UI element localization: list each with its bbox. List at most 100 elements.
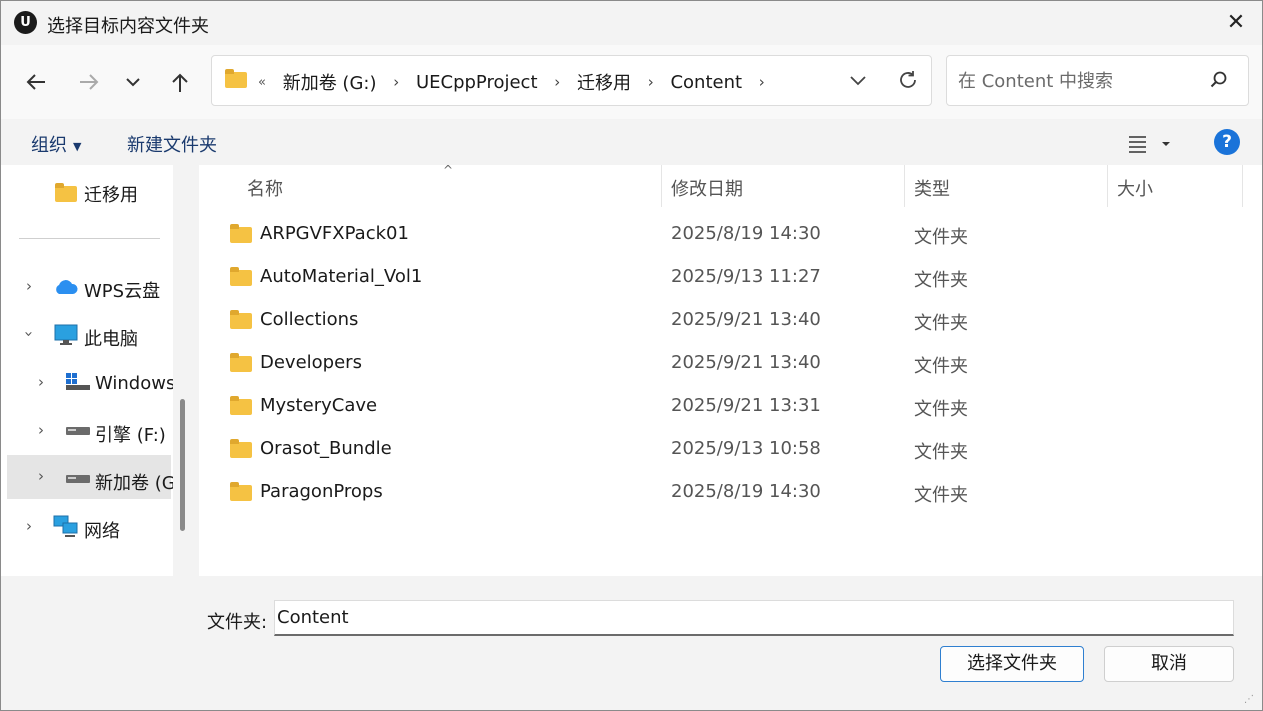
forward-arrow-icon — [80, 74, 99, 90]
refresh-button[interactable] — [896, 68, 920, 92]
collapse-chevron-icon[interactable]: › — [20, 327, 38, 341]
file-name: Developers — [260, 352, 362, 373]
sidebar-scrollbar[interactable] — [180, 399, 185, 531]
sidebar-item-qianyiyong[interactable]: 迁移用 — [1, 169, 173, 213]
file-date: 2025/9/21 13:40 — [671, 309, 821, 330]
folder-name-input[interactable] — [274, 600, 1234, 636]
navigation-bar: « 新加卷 (G:) › UECppProject › 迁移用 › Conten… — [1, 45, 1262, 119]
expand-chevron-icon[interactable]: › — [22, 517, 36, 535]
file-name: Orasot_Bundle — [260, 438, 392, 459]
list-view-icon — [1129, 136, 1170, 153]
drive-icon — [66, 475, 90, 483]
file-type: 文件夹 — [914, 399, 968, 420]
sidebar-item-wps-cloud[interactable]: › WPS云盘 — [1, 265, 173, 309]
breadcrumb-item[interactable]: UECppProject — [416, 72, 538, 93]
expand-chevron-icon[interactable]: › — [34, 421, 48, 439]
view-options-button[interactable] — [1127, 131, 1177, 155]
breadcrumb-separator-icon[interactable]: › — [554, 73, 560, 91]
sidebar-item-new-volume[interactable]: › 新加卷 (G — [7, 455, 173, 499]
file-type: 文件夹 — [914, 270, 968, 291]
breadcrumb-item[interactable]: 新加卷 (G:) — [283, 69, 377, 95]
file-date: 2025/9/21 13:40 — [671, 352, 821, 373]
overflow-indicator[interactable]: « — [258, 75, 266, 90]
file-row[interactable]: Orasot_Bundle 2025/9/13 10:58 文件夹 — [199, 428, 1262, 471]
breadcrumb-separator-icon[interactable]: › — [759, 73, 765, 91]
folder-field-label: 文件夹: — [207, 612, 268, 633]
file-date: 2025/8/19 14:30 — [671, 223, 821, 244]
column-header-date[interactable]: 修改日期 — [662, 165, 904, 207]
forward-button[interactable] — [74, 67, 104, 97]
file-date: 2025/8/19 14:30 — [671, 481, 821, 502]
search-input[interactable] — [956, 68, 1200, 94]
breadcrumb-item[interactable]: Content — [670, 72, 742, 93]
sidebar-scroll-track — [173, 165, 199, 576]
recent-locations-button[interactable] — [118, 67, 148, 97]
file-type: 文件夹 — [914, 442, 968, 463]
navigation-pane: 迁移用 › WPS云盘 › 此电脑 › Windows › 引擎 (F:) › … — [1, 165, 173, 576]
file-row[interactable]: ParagonProps 2025/8/19 14:30 文件夹 — [199, 471, 1262, 514]
sidebar-item-network[interactable]: › 网络 — [1, 505, 173, 549]
select-folder-button[interactable]: 选择文件夹 — [940, 646, 1084, 682]
file-row[interactable]: AutoMaterial_Vol1 2025/9/13 11:27 文件夹 — [199, 256, 1262, 299]
file-type: 文件夹 — [914, 356, 968, 377]
back-arrow-icon — [26, 74, 45, 90]
sidebar-item-label: 网络 — [84, 521, 120, 542]
sidebar-item-label: 迁移用 — [84, 185, 138, 206]
windows-drive-icon — [66, 373, 90, 390]
back-button[interactable] — [21, 67, 51, 97]
sidebar-item-label: Windows — [95, 373, 173, 394]
sidebar-item-engine-drive[interactable]: › 引擎 (F:) — [1, 409, 173, 453]
column-header-type[interactable]: 类型 — [905, 165, 1107, 207]
file-type: 文件夹 — [914, 227, 968, 248]
file-row[interactable]: MysteryCave 2025/9/21 13:31 文件夹 — [199, 385, 1262, 428]
new-folder-button[interactable]: 新建文件夹 — [127, 131, 217, 157]
up-button[interactable] — [165, 67, 195, 97]
expand-chevron-icon[interactable]: › — [34, 467, 48, 485]
sidebar-item-this-pc[interactable]: › 此电脑 — [1, 313, 173, 357]
file-type: 文件夹 — [914, 313, 968, 334]
address-history-button[interactable] — [847, 69, 869, 91]
sidebar-item-label: WPS云盘 — [84, 281, 161, 302]
search-box[interactable] — [946, 55, 1249, 106]
expand-chevron-icon[interactable]: › — [22, 277, 36, 295]
file-row[interactable]: Collections 2025/9/21 13:40 文件夹 — [199, 299, 1262, 342]
search-icon[interactable] — [1209, 70, 1229, 90]
chevron-down-icon — [126, 78, 140, 87]
file-name: AutoMaterial_Vol1 — [260, 266, 423, 287]
resize-grip-icon[interactable]: ⋰ — [1244, 694, 1258, 708]
caret-down-icon: ▼ — [73, 139, 82, 153]
folder-icon — [230, 396, 252, 415]
computer-icon — [54, 324, 78, 345]
file-list: ^ 名称 修改日期 类型 大小 ARPGVFXPack01 2025/8/19 … — [199, 163, 1262, 576]
file-name: ARPGVFXPack01 — [260, 223, 409, 244]
folder-icon — [230, 310, 252, 329]
column-header-name[interactable]: ^ 名称 — [199, 163, 661, 207]
breadcrumb: « 新加卷 (G:) › UECppProject › 迁移用 › Conten… — [258, 69, 776, 95]
help-icon[interactable]: ? — [1214, 129, 1240, 155]
sidebar-item-label: 引擎 (F:) — [95, 425, 166, 446]
column-header-label: 修改日期 — [671, 179, 743, 200]
refresh-icon — [900, 71, 916, 88]
breadcrumb-item[interactable]: 迁移用 — [577, 69, 631, 95]
expand-chevron-icon[interactable]: › — [34, 373, 48, 391]
cancel-button[interactable]: 取消 — [1104, 646, 1234, 682]
folder-icon — [230, 482, 252, 501]
breadcrumb-separator-icon[interactable]: › — [393, 73, 399, 91]
folder-icon — [230, 267, 252, 286]
column-header-label: 大小 — [1117, 179, 1153, 200]
window-title: 选择目标内容文件夹 — [47, 16, 209, 37]
sidebar-item-label: 新加卷 (G — [95, 473, 173, 494]
breadcrumb-separator-icon[interactable]: › — [648, 73, 654, 91]
organize-label: 组织 — [31, 135, 67, 156]
folder-icon — [225, 69, 247, 88]
file-row[interactable]: ARPGVFXPack01 2025/8/19 14:30 文件夹 — [199, 213, 1262, 256]
sidebar-item-windows-drive[interactable]: › Windows — [1, 361, 173, 405]
file-type: 文件夹 — [914, 485, 968, 506]
file-row[interactable]: Developers 2025/9/21 13:40 文件夹 — [199, 342, 1262, 385]
address-bar[interactable]: « 新加卷 (G:) › UECppProject › 迁移用 › Conten… — [211, 55, 932, 106]
column-divider[interactable] — [1242, 165, 1243, 207]
organize-menu-button[interactable]: 组织 ▼ — [31, 131, 81, 157]
close-button[interactable]: ✕ — [1214, 1, 1258, 45]
command-bar: 组织 ▼ 新建文件夹 ? — [1, 119, 1262, 165]
column-header-size[interactable]: 大小 — [1108, 165, 1242, 207]
